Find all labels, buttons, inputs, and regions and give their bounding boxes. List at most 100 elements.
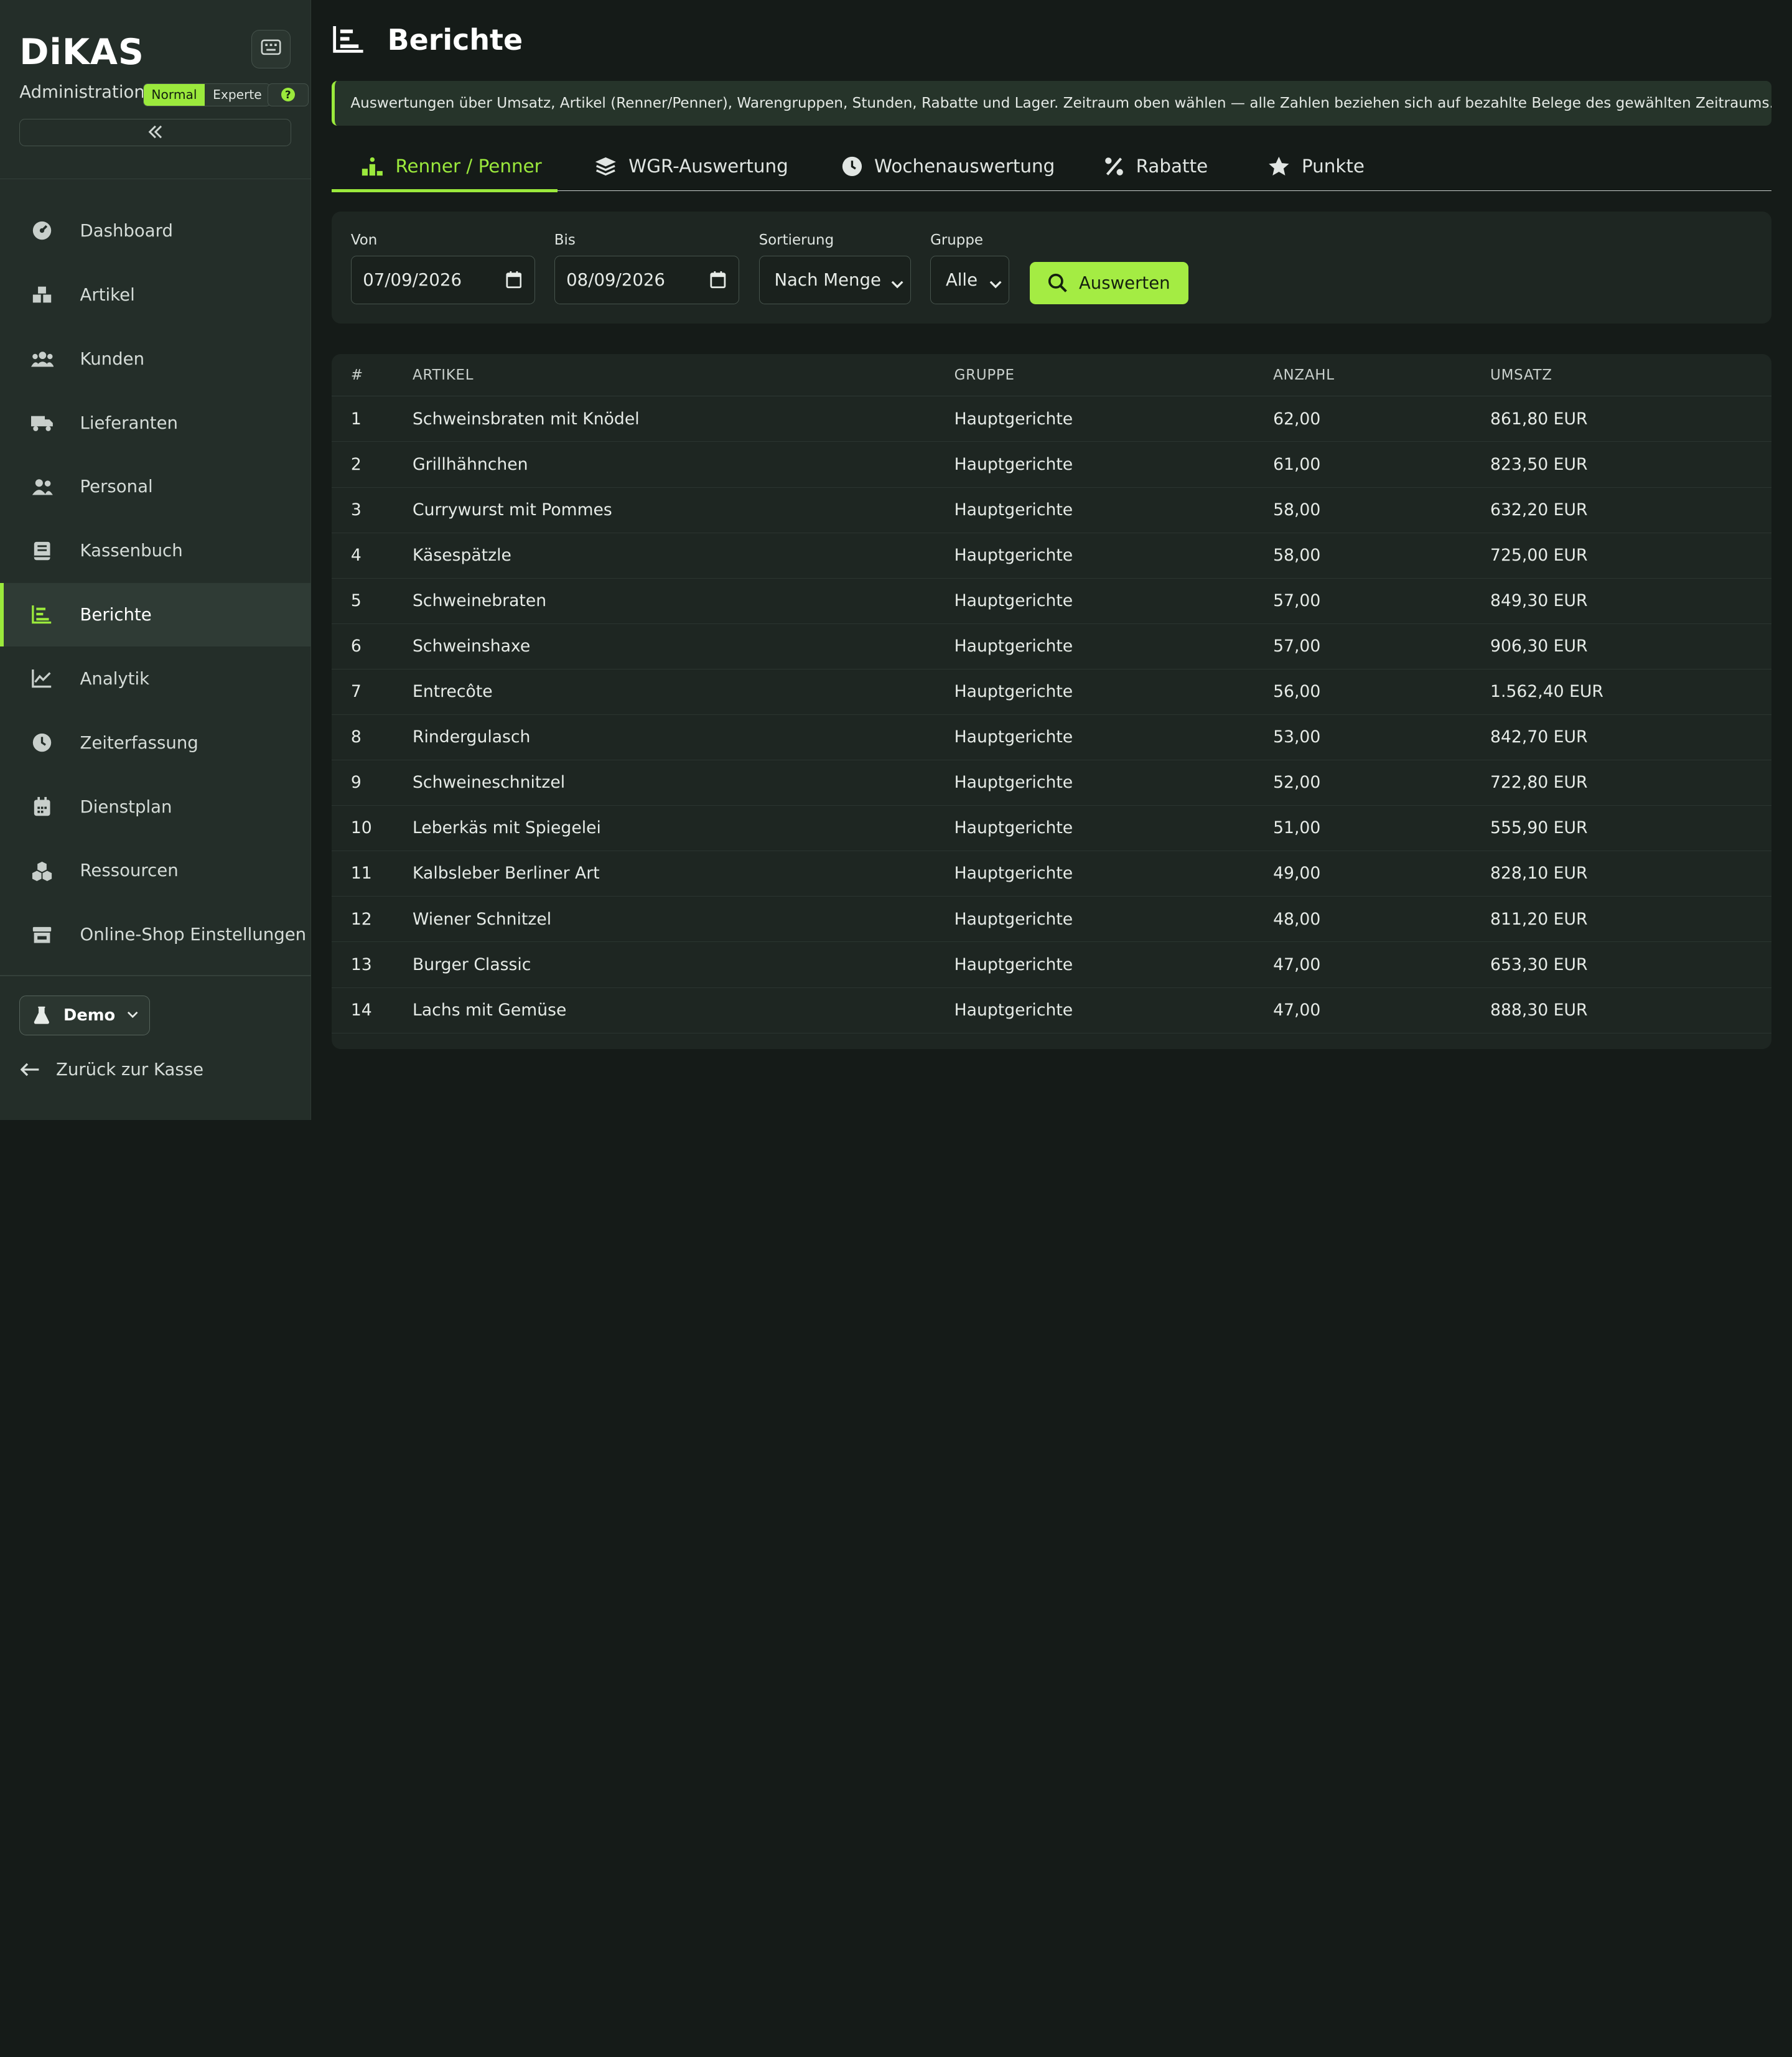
- sidebar-item-artikel[interactable]: Artikel: [0, 263, 311, 327]
- group-select[interactable]: Alle: [930, 256, 1009, 304]
- sidebar-item-zeiterfassung[interactable]: Zeiterfassung: [0, 711, 311, 775]
- sidebar-item-berichte[interactable]: Berichte: [0, 582, 311, 647]
- cell-umsatz: 828,10 EUR: [1490, 864, 1588, 884]
- tab-wochenauswertung[interactable]: Wochenauswertung: [841, 142, 1055, 191]
- page-title: Berichte: [387, 22, 523, 57]
- table-header: # ARTIKEL GRUPPE ANZAHL UMSATZ: [331, 354, 1771, 397]
- chevron-down-icon: [891, 274, 903, 294]
- cell-anzahl: 57,00: [1273, 590, 1321, 610]
- table-row: 11 Kalbsleber Berliner Art Hauptgerichte…: [331, 851, 1771, 897]
- cell-number: 8: [350, 727, 362, 747]
- auswerten-button[interactable]: Auswerten: [1029, 261, 1189, 304]
- table-row: 13 Burger Classic Hauptgerichte 47,00 65…: [331, 942, 1771, 988]
- calendar-icon: [31, 795, 54, 818]
- tab-label: Punkte: [1301, 156, 1365, 177]
- cell-gruppe: Hauptgerichte: [954, 409, 1073, 429]
- tab-wgr-auswertung[interactable]: WGR-Auswertung: [594, 142, 788, 191]
- mode-expert-button[interactable]: Experte: [205, 84, 270, 106]
- cell-number: 4: [350, 545, 362, 565]
- table-row: 3 Currywurst mit Pommes Hauptgerichte 58…: [331, 488, 1771, 533]
- cell-number: 3: [350, 500, 362, 520]
- sidebar-item-personal[interactable]: Personal: [0, 455, 311, 519]
- table-row: 9 Schweineschnitzel Hauptgerichte 52,00 …: [331, 760, 1771, 806]
- report-tabs: Renner / Penner WGR-Auswertung Wochenaus…: [331, 142, 1771, 193]
- cell-anzahl: 47,00: [1273, 1000, 1321, 1020]
- sidebar-item-label: Zeiterfassung: [80, 732, 198, 753]
- filter-card: Von 07/09/2026 Bis 08/09/2026 Sortierung…: [331, 211, 1771, 324]
- cell-artikel: Currywurst mit Pommes: [413, 500, 612, 520]
- back-to-register-link[interactable]: Zurück zur Kasse: [21, 1060, 203, 1080]
- tab-label: WGR-Auswertung: [628, 156, 788, 177]
- sidebar-item-kassenbuch[interactable]: Kassenbuch: [0, 519, 311, 583]
- double-chevron-left-icon: [147, 122, 164, 143]
- sidebar-item-dashboard[interactable]: Dashboard: [0, 199, 311, 263]
- tab-punkte[interactable]: Punkte: [1267, 142, 1365, 191]
- sidebar-divider: [0, 974, 311, 976]
- cell-number: 9: [350, 773, 362, 793]
- tab-label: Rabatte: [1136, 156, 1208, 177]
- sidebar-item-label: Berichte: [80, 605, 152, 625]
- user-group-icon: [31, 475, 54, 498]
- sidebar-item-label: Kunden: [80, 348, 145, 369]
- tab-rabatte[interactable]: Rabatte: [1104, 142, 1208, 191]
- cell-gruppe: Hauptgerichte: [954, 500, 1073, 520]
- help-button[interactable]: ?: [267, 83, 309, 106]
- sort-select[interactable]: Nach Menge: [758, 256, 911, 304]
- bis-label: Bis: [554, 231, 576, 248]
- column-header-anzahl[interactable]: ANZAHL: [1273, 367, 1335, 383]
- sidebar-item-dienstplan[interactable]: Dienstplan: [0, 775, 311, 839]
- collapse-sidebar-button[interactable]: [19, 119, 292, 147]
- cell-gruppe: Hauptgerichte: [954, 1000, 1073, 1020]
- cell-gruppe: Hauptgerichte: [954, 590, 1073, 610]
- sidebar-item-kunden[interactable]: Kunden: [0, 327, 311, 391]
- page-header: Berichte: [332, 23, 523, 57]
- von-label: Von: [350, 231, 378, 248]
- cell-gruppe: Hauptgerichte: [954, 773, 1073, 793]
- cell-gruppe: Hauptgerichte: [954, 864, 1073, 884]
- cell-artikel: Schweinebraten: [413, 590, 547, 610]
- sidebar-item-analytik[interactable]: Analytik: [0, 646, 311, 711]
- column-header-gruppe[interactable]: GRUPPE: [954, 367, 1015, 383]
- chart-line-icon: [31, 668, 54, 691]
- sidebar-item-label: Online-Shop Einstellungen: [80, 925, 307, 945]
- auswerten-label: Auswerten: [1078, 273, 1170, 293]
- sidebar-divider: [0, 178, 311, 180]
- cell-number: 5: [350, 590, 362, 610]
- sidebar-item-ressourcen[interactable]: Ressourcen: [0, 839, 311, 903]
- cell-umsatz: 555,90 EUR: [1490, 818, 1588, 838]
- cell-anzahl: 48,00: [1273, 909, 1321, 929]
- table-row: 10 Leberkäs mit Spiegelei Hauptgerichte …: [331, 806, 1771, 852]
- column-header-umsatz[interactable]: UMSATZ: [1490, 367, 1552, 383]
- von-value: 07/09/2026: [363, 269, 462, 290]
- sidebar-item-lieferanten[interactable]: Lieferanten: [0, 391, 311, 455]
- calendar-icon[interactable]: [710, 271, 726, 293]
- cubes-icon: [31, 859, 54, 882]
- keyboard-button[interactable]: [251, 29, 291, 69]
- sidebar-item-online-shop[interactable]: Online-Shop Einstellungen: [0, 903, 311, 967]
- cell-anzahl: 47,00: [1273, 954, 1321, 974]
- tab-label: Wochenauswertung: [874, 156, 1055, 177]
- cell-artikel: Lachs mit Gemüse: [413, 1000, 567, 1020]
- von-date-input[interactable]: 07/09/2026: [350, 256, 535, 304]
- results-table: # ARTIKEL GRUPPE ANZAHL UMSATZ 1 Schwein…: [331, 354, 1771, 1050]
- ranking-icon: [361, 156, 384, 177]
- cell-artikel: Käsespätzle: [413, 545, 511, 565]
- column-header-artikel[interactable]: ARTIKEL: [413, 367, 474, 383]
- sidebar-item-label: Lieferanten: [80, 413, 178, 433]
- cell-anzahl: 58,00: [1273, 545, 1321, 565]
- mode-normal-button[interactable]: Normal: [143, 84, 205, 106]
- cell-anzahl: 62,00: [1273, 409, 1321, 429]
- cell-artikel: Rindergulasch: [413, 727, 531, 747]
- sort-label: Sortierung: [758, 231, 834, 248]
- cell-number: 14: [350, 1000, 372, 1020]
- sidebar-item-label: Ressourcen: [80, 861, 179, 881]
- column-header-number: #: [350, 366, 363, 383]
- admin-label: Administration: [19, 82, 145, 103]
- book-icon: [31, 539, 54, 562]
- tab-renner-penner[interactable]: Renner / Penner: [361, 142, 542, 191]
- bis-value: 08/09/2026: [566, 269, 665, 290]
- cell-gruppe: Hauptgerichte: [954, 954, 1073, 974]
- bis-date-input[interactable]: 08/09/2026: [554, 256, 740, 304]
- demo-dropdown-button[interactable]: Demo: [19, 995, 150, 1036]
- calendar-icon[interactable]: [506, 271, 522, 293]
